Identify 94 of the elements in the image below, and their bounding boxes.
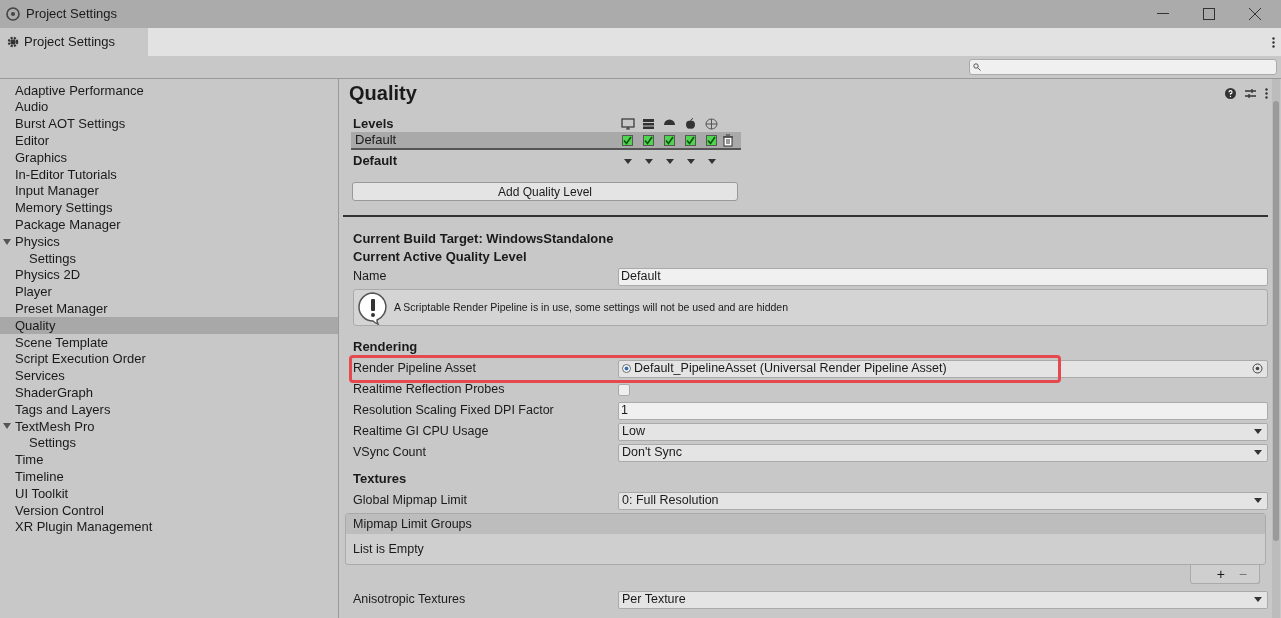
sidebar-item[interactable]: UI Toolkit xyxy=(0,485,338,502)
sidebar-item[interactable]: In-Editor Tutorials xyxy=(0,166,338,183)
app-logo-icon xyxy=(6,7,20,21)
section-heading: Rendering xyxy=(353,338,419,355)
sidebar-item[interactable]: Time xyxy=(0,451,338,469)
globe-icon xyxy=(705,117,718,130)
property-label: Realtime Reflection Probes xyxy=(353,381,506,399)
sidebar-item[interactable]: TextMesh Pro xyxy=(0,417,338,435)
sidebar-item[interactable]: XR Plugin Management xyxy=(0,518,338,536)
sidebar-item[interactable]: Preset Manager xyxy=(0,300,338,318)
dropdown[interactable]: Low xyxy=(618,422,1268,441)
build-target-label: Current Build Target: WindowsStandalone xyxy=(353,230,615,248)
sidebar-item[interactable]: Editor xyxy=(0,132,338,150)
text-field[interactable]: 1 xyxy=(618,401,1268,420)
property-label: Render Pipeline Asset xyxy=(353,360,477,378)
property-label: Resolution Scaling Fixed DPI Factor xyxy=(353,402,555,420)
sidebar-item[interactable]: Physics 2D xyxy=(0,266,338,284)
page-title: Quality xyxy=(349,81,418,106)
dropdown-arrow-icon[interactable] xyxy=(1254,597,1262,602)
quality-level-row[interactable]: Default xyxy=(351,132,741,150)
monitor-icon xyxy=(620,117,635,130)
sidebar-item[interactable]: Version Control xyxy=(0,501,338,519)
sidebar-item[interactable]: Package Manager xyxy=(0,216,338,234)
sidebar-item[interactable]: Tags and Layers xyxy=(0,401,338,418)
asset-icon xyxy=(622,364,631,373)
levels-heading: Levels xyxy=(352,114,395,133)
platform-checkbox[interactable] xyxy=(664,134,675,146)
property-label: Realtime GI CPU Usage xyxy=(353,423,490,441)
dropdown[interactable]: Don't Sync xyxy=(618,443,1268,462)
foldout-arrow-icon[interactable] xyxy=(3,423,11,430)
sidebar-item[interactable]: Audio xyxy=(0,98,338,116)
apple-icon xyxy=(685,117,696,130)
window-title: Project Settings xyxy=(26,5,118,24)
empty-list-text: List is Empty xyxy=(352,540,425,558)
help-icon[interactable] xyxy=(1225,87,1236,99)
dropdown-arrow-icon[interactable] xyxy=(707,158,716,164)
sidebar-item[interactable]: Quality xyxy=(0,317,338,334)
help-box-message: A Scriptable Render Pipeline is in use, some settings will not be used and are hidden xyxy=(394,299,788,315)
platform-checkbox[interactable] xyxy=(643,134,654,146)
property-label: Global Mipmap Limit xyxy=(353,492,468,510)
object-picker-icon[interactable] xyxy=(1252,363,1263,374)
dropdown-arrow-icon[interactable] xyxy=(644,158,653,164)
sidebar-item[interactable]: Timeline xyxy=(0,468,338,486)
platform-checkbox[interactable] xyxy=(685,134,696,146)
dropdown-arrow-icon[interactable] xyxy=(686,158,695,164)
sidebar-item[interactable]: Graphics xyxy=(0,149,338,166)
platform-checkbox[interactable] xyxy=(706,134,717,146)
sidebar-item[interactable]: Settings xyxy=(0,434,338,452)
dropdown-arrow-icon[interactable] xyxy=(1254,429,1262,434)
sidebar-item[interactable]: ShaderGraph xyxy=(0,384,338,402)
add-button[interactable]: + xyxy=(1216,567,1225,581)
more-menu-icon[interactable] xyxy=(1272,36,1275,48)
search-field[interactable] xyxy=(969,59,1277,75)
dropdown-arrow-icon[interactable] xyxy=(623,158,632,164)
dropdown[interactable]: 0: Full Resolution xyxy=(618,491,1268,510)
sidebar-item[interactable]: Physics xyxy=(0,233,338,250)
add-quality-level-button[interactable]: Add Quality Level xyxy=(352,182,738,201)
dropdown-arrow-icon[interactable] xyxy=(1254,450,1262,455)
active-quality-level-heading: Current Active Quality Level xyxy=(353,248,528,266)
sidebar-item[interactable]: Services xyxy=(0,367,338,385)
more-menu-icon[interactable] xyxy=(1265,87,1268,99)
android-icon xyxy=(663,117,676,126)
scrollbar-thumb[interactable] xyxy=(1273,101,1279,541)
sidebar-item[interactable]: Burst AOT Settings xyxy=(0,115,338,133)
property-label: Anisotropic Textures xyxy=(353,591,467,609)
tab[interactable]: Project Settings xyxy=(0,28,148,56)
sidebar-item[interactable]: Script Execution Order xyxy=(0,350,338,368)
settings-sliders-icon[interactable] xyxy=(1245,87,1256,99)
name-field[interactable]: Default xyxy=(618,267,1268,286)
minimize-icon[interactable] xyxy=(1157,13,1169,15)
property-label: Name xyxy=(353,268,388,286)
trash-icon[interactable] xyxy=(722,133,734,147)
sidebar-item[interactable]: Scene Template xyxy=(0,333,338,351)
foldout-arrow-icon[interactable] xyxy=(3,238,11,245)
sidebar-item[interactable]: Player xyxy=(0,283,338,301)
dropdown-arrow-icon[interactable] xyxy=(665,158,674,164)
platform-checkbox[interactable] xyxy=(622,134,633,146)
sidebar-item[interactable]: Memory Settings xyxy=(0,199,338,217)
server-icon xyxy=(642,117,655,130)
list-header: Mipmap Limit Groups xyxy=(346,514,1265,534)
dropdown-arrow-icon[interactable] xyxy=(1254,498,1262,503)
section-heading: Textures xyxy=(353,470,408,487)
checkbox[interactable] xyxy=(618,383,630,396)
gear-icon xyxy=(7,36,19,48)
dropdown[interactable]: Per Texture xyxy=(618,590,1268,609)
sidebar-item[interactable]: Input Manager xyxy=(0,182,338,200)
maximize-icon[interactable] xyxy=(1203,8,1215,20)
sidebar-item[interactable]: Adaptive Performance xyxy=(0,82,338,99)
property-label: VSync Count xyxy=(353,444,427,462)
search-icon xyxy=(973,63,981,71)
object-field[interactable]: Default_PipelineAsset (Universal Render Pipeline Asset) xyxy=(618,359,1268,378)
close-icon[interactable] xyxy=(1249,8,1261,20)
sidebar-item[interactable]: Settings xyxy=(0,249,338,267)
default-level-label: Default xyxy=(352,152,399,171)
